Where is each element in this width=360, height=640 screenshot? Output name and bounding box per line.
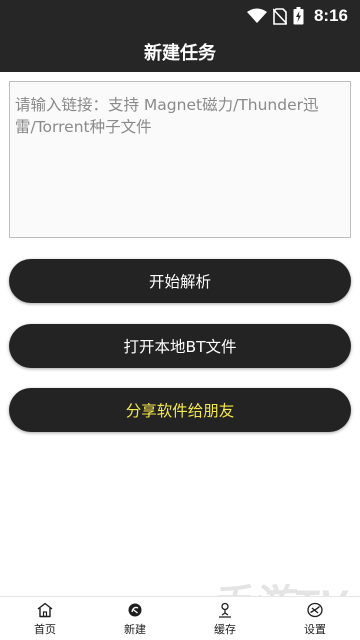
nav-item-new[interactable]: 新建 [90, 597, 180, 640]
start-parse-button[interactable]: 开始解析 [9, 259, 351, 303]
nav-label-settings: 设置 [304, 623, 326, 636]
bottom-nav: 首页 新建 缓存 设置 [0, 596, 360, 640]
page-title: 新建任务 [0, 32, 360, 72]
status-bar: 8:16 [0, 0, 360, 32]
settings-icon [306, 602, 324, 621]
battery-charging-icon [293, 7, 304, 25]
nav-item-cache[interactable]: 缓存 [180, 597, 270, 640]
share-app-button[interactable]: 分享软件给朋友 [9, 388, 351, 432]
wifi-icon [246, 8, 267, 24]
nav-item-home[interactable]: 首页 [0, 597, 90, 640]
link-input[interactable] [9, 81, 351, 238]
clock: 8:16 [313, 6, 348, 25]
no-sim-icon [272, 7, 287, 25]
cache-icon [216, 602, 234, 621]
open-local-bt-button[interactable]: 打开本地BT文件 [9, 324, 351, 368]
nav-label-cache: 缓存 [214, 623, 236, 636]
nav-item-settings[interactable]: 设置 [270, 597, 360, 640]
home-icon [36, 602, 54, 621]
nav-label-home: 首页 [34, 623, 56, 636]
nav-label-new: 新建 [124, 623, 146, 636]
new-task-icon [126, 602, 144, 621]
